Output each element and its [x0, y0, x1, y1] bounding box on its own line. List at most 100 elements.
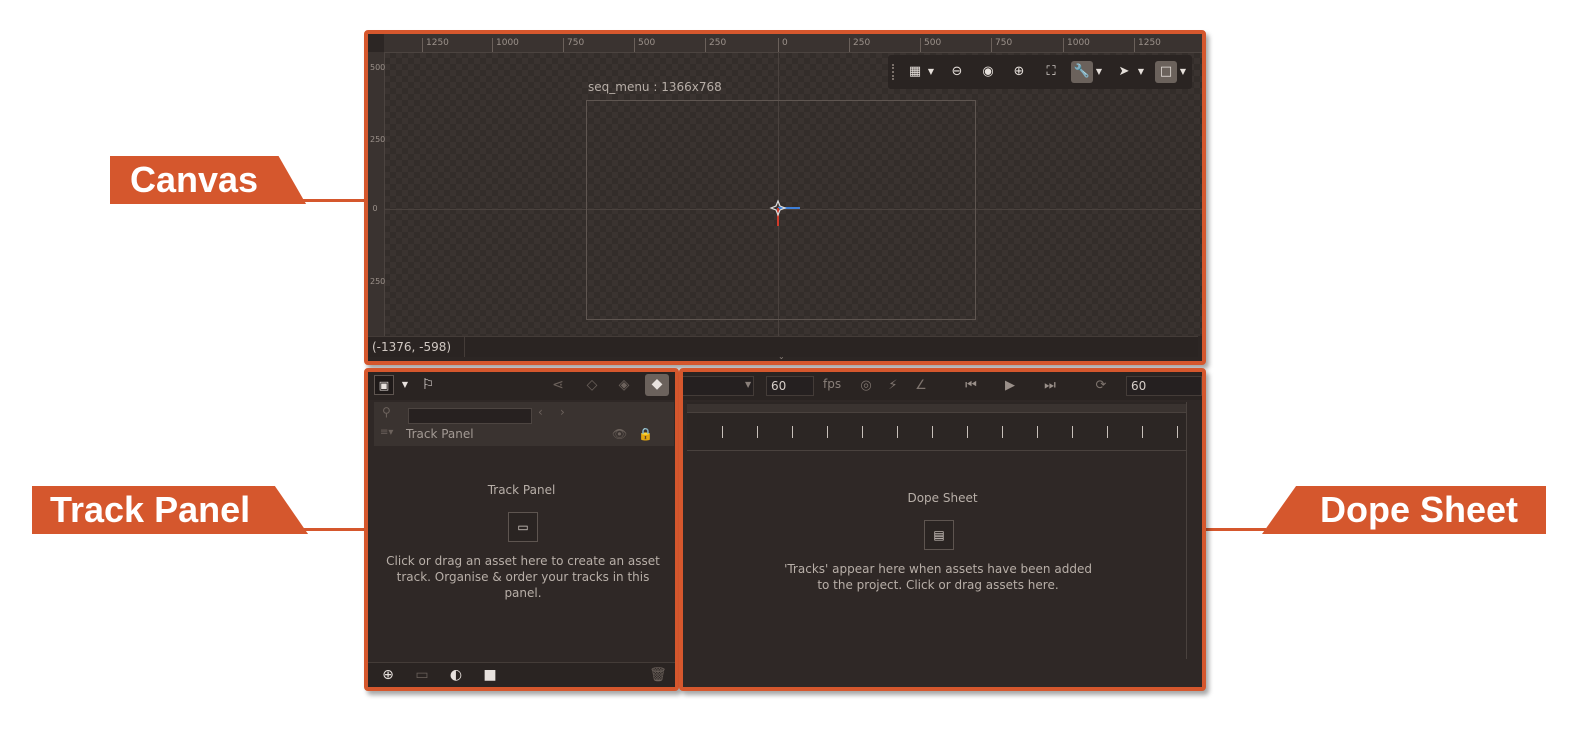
timeline-tick — [792, 426, 793, 438]
pointer-dropdown-icon[interactable]: ▼ — [1136, 61, 1146, 83]
dope-sheet-hint: 'Tracks' appear here when assets have be… — [784, 562, 1092, 592]
canvas-callout: Canvas — [110, 156, 306, 204]
add-track-icon[interactable]: ⊕ — [378, 665, 398, 685]
dope-sheet-toolbar: ▼ 60 fps ◎ ⚡ ∠ ⏮ ▶ ⏭ ⟳ 60 — [683, 372, 1202, 400]
timeline-tick — [967, 426, 968, 438]
ruler-tick: 1250 — [1134, 38, 1161, 52]
skip-end-icon[interactable]: ⏭ — [1040, 376, 1060, 396]
mask-icon[interactable]: ◐ — [446, 665, 466, 685]
delete-icon[interactable]: 🗑 — [648, 665, 668, 685]
timeline-tick — [1177, 426, 1178, 438]
zoom-out-icon[interactable]: ⊖ — [946, 61, 968, 83]
ruler-tick: 250 — [370, 135, 386, 144]
timeline-tick — [1142, 426, 1143, 438]
origin-marker-icon — [769, 199, 800, 226]
timeline-tick — [827, 426, 828, 438]
timeline-tick — [1107, 426, 1108, 438]
track-panel-toolbar: ▣ ▼ ⚐ ⋖ ◇ ◈ ◆ — [368, 372, 675, 400]
ease-icon[interactable]: ◇ — [582, 375, 602, 395]
duplicate-track-icon[interactable]: ▭ — [412, 665, 432, 685]
ruler-tick: 500 — [634, 38, 655, 52]
timeline-tick — [1037, 426, 1038, 438]
canvas-panel[interactable]: 1250 1000 750 500 250 0 250 500 750 1000… — [364, 30, 1206, 365]
ruler-tick: 750 — [563, 38, 584, 52]
track-search-bar: ⚲ ‹ › ≡▾ Track Panel 👁 🔒 — [374, 402, 674, 446]
sort-icon[interactable]: ≡▾ — [380, 427, 393, 438]
lightning-icon[interactable]: ⚡ — [883, 376, 903, 396]
grid-dropdown-icon[interactable]: ▼ — [926, 61, 936, 83]
ruler-tick: 0 — [372, 204, 378, 213]
status-divider — [464, 337, 465, 357]
pointer-icon[interactable]: ➤ — [1113, 61, 1135, 83]
ruler-tick: 250 — [370, 277, 386, 286]
wrench-icon[interactable]: 🔧 — [1071, 61, 1093, 83]
timeline-tick — [757, 426, 758, 438]
ruler-tick: 250 — [705, 38, 726, 52]
track-panel-hint: Click or drag an asset here to create an… — [386, 554, 660, 600]
search-next-icon[interactable]: › — [560, 405, 565, 419]
flag-icon[interactable]: ⚐ — [418, 375, 438, 395]
zoom-in-icon[interactable]: ⊕ — [1008, 61, 1030, 83]
dope-sheet-callout-label: Dope Sheet — [1320, 489, 1519, 530]
track-panel[interactable]: ▣ ▼ ⚐ ⋖ ◇ ◈ ◆ ⚲ ‹ › ≡▾ Track Panel 👁 🔒 T… — [364, 368, 679, 691]
search-input[interactable] — [408, 408, 532, 424]
track-panel-callout-label: Track Panel — [50, 489, 251, 530]
frame-dropdown-icon[interactable]: ▼ — [1178, 61, 1188, 83]
lock-icon[interactable]: 🔒 — [638, 427, 653, 441]
ruler-tick: 1000 — [492, 38, 519, 52]
ruler-tick: 750 — [991, 38, 1012, 52]
skip-start-icon[interactable]: ⏮ — [961, 376, 981, 396]
fit-icon[interactable]: ⛶ — [1040, 61, 1062, 83]
room-label: seq_menu : 1366x768 — [588, 80, 722, 94]
playback-select[interactable] — [683, 376, 754, 396]
broadcast-icon[interactable]: ◎ — [856, 376, 876, 396]
dope-sheet-title: Dope Sheet — [907, 491, 978, 505]
keyframe-mode-icon[interactable]: ◆ — [645, 374, 669, 396]
dope-sheet[interactable]: ▼ 60 fps ◎ ⚡ ∠ ⏮ ▶ ⏭ ⟳ 60 Dope Sheet ▤ '… — [679, 368, 1206, 691]
ruler-tick: 250 — [849, 38, 870, 52]
wrench-dropdown-icon[interactable]: ▼ — [1094, 61, 1104, 83]
timeline-tick — [722, 426, 723, 438]
track-panel-callout-line — [300, 528, 364, 531]
ruler-tick: 500 — [920, 38, 941, 52]
horizontal-ruler: 1250 1000 750 500 250 0 250 500 750 1000… — [384, 34, 1202, 53]
ruler-icon[interactable]: ▤ — [924, 520, 954, 550]
ruler-tick: 1000 — [1063, 38, 1090, 52]
cursor-coordinates: (-1376, -598) — [372, 340, 452, 354]
fps-unit: fps — [823, 377, 842, 391]
search-prev-icon[interactable]: ‹ — [538, 405, 543, 419]
track-panel-footer: ⊕ ▭ ◐ ■ 🗑 — [368, 662, 675, 687]
timeline-tick — [862, 426, 863, 438]
add-key-icon[interactable]: ◈ — [614, 375, 634, 395]
frame-icon[interactable]: □ — [1155, 61, 1177, 83]
canvas-toolbar: ▦ ▼ ⊖ ◉ ⊕ ⛶ 🔧 ▼ ➤ ▼ □ ▼ — [888, 55, 1192, 89]
curve-icon[interactable]: ∠ — [911, 376, 931, 396]
toolbar-grip-icon[interactable] — [892, 64, 898, 80]
timeline-scrubber[interactable] — [687, 404, 1186, 413]
vertical-ruler: 500 250 0 250 — [368, 52, 385, 336]
folder-icon[interactable]: ■ — [480, 665, 500, 685]
zoom-reset-icon[interactable]: ◉ — [977, 61, 999, 83]
timeline-ruler[interactable] — [687, 402, 1186, 451]
panel-layout-icon[interactable]: ▣ — [374, 375, 394, 395]
track-panel-header-label: Track Panel — [406, 427, 474, 441]
visibility-eye-icon[interactable]: 👁 — [612, 427, 627, 441]
grid-icon[interactable]: ▦ — [904, 61, 926, 83]
play-icon[interactable]: ▶ — [1000, 376, 1020, 396]
asset-track-icon[interactable]: ▭ — [508, 512, 538, 542]
timeline-tick — [897, 426, 898, 438]
timeline-tick — [1002, 426, 1003, 438]
playback-dropdown-icon[interactable]: ▼ — [745, 380, 751, 389]
ruler-tick: 0 — [778, 38, 788, 52]
dope-sheet-callout-line — [1206, 528, 1266, 531]
length-input[interactable]: 60 — [1126, 376, 1202, 396]
canvas-callout-label: Canvas — [130, 159, 259, 200]
layout-dropdown-icon[interactable]: ▼ — [395, 375, 415, 395]
fps-input[interactable]: 60 — [766, 376, 814, 396]
timeline-end-marker — [1186, 402, 1187, 659]
search-icon: ⚲ — [382, 405, 391, 419]
ruler-tick: 1250 — [422, 38, 449, 52]
loop-icon[interactable]: ⟳ — [1091, 376, 1111, 396]
split-keys-icon[interactable]: ⋖ — [548, 375, 568, 395]
collapse-chevron-icon[interactable]: ⌄ — [778, 352, 785, 361]
